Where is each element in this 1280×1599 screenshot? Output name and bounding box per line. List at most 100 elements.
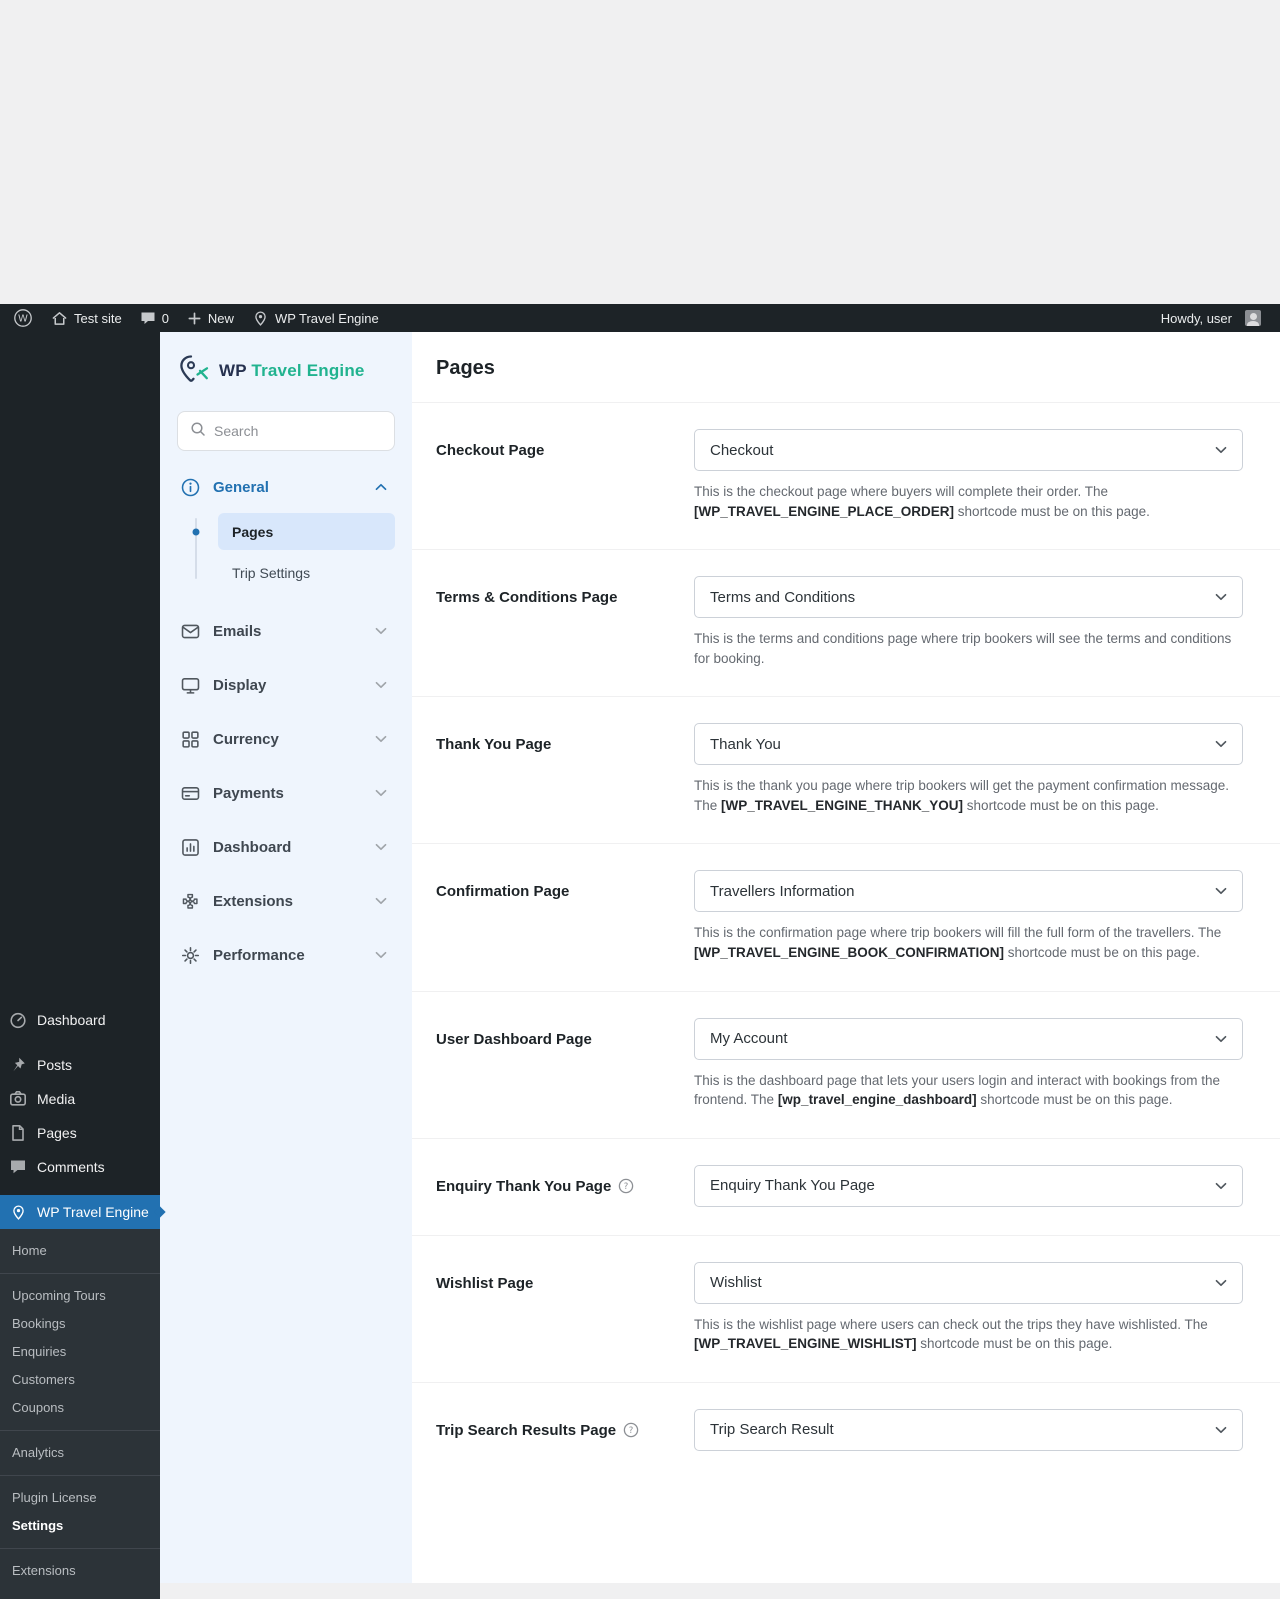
account-menu[interactable]: Howdy, user [1152, 304, 1270, 332]
chevron-down-icon [1215, 446, 1227, 454]
setting-label-col: Terms & Conditions Page [436, 576, 694, 668]
wp-submenu-item-customers[interactable]: Customers [0, 1366, 160, 1394]
wp-submenu-item-plugin-license[interactable]: Plugin License [0, 1484, 160, 1512]
setting-label-col: User Dashboard Page [436, 1018, 694, 1110]
plugin-menu-label: Display [213, 676, 267, 694]
setting-field-col: Terms and Conditions This is the terms an… [694, 576, 1243, 668]
wp-submenu-item-settings[interactable]: Settings [0, 1512, 160, 1540]
plugin-menu-performance[interactable]: Performance [177, 935, 395, 975]
wp-menu-item-dashboard[interactable]: Dashboard [0, 1003, 160, 1037]
shortcode: [WP_TRAVEL_ENGINE_WISHLIST] [694, 1336, 917, 1352]
setting-row-user-dashboard-page: User Dashboard Page My Account This is the… [412, 992, 1280, 1139]
chevron-down-icon [375, 843, 391, 851]
enquiry-thank-you-page-select[interactable]: Enquiry Thank You Page [694, 1164, 1243, 1207]
setting-field-col: Checkout This is the checkout page where … [694, 429, 1243, 521]
setting-field-col: Travellers Information This is the confir… [694, 870, 1243, 962]
wishlist-page-select[interactable]: Wishlist [694, 1261, 1243, 1304]
main-content: Pages Checkout Page Checkout This is the c… [412, 332, 1280, 1583]
plugin-menu-dashboard[interactable]: Dashboard [177, 827, 395, 867]
plugin-menu-label: General [213, 478, 269, 496]
wp-menu-item-posts[interactable]: Posts [0, 1048, 160, 1082]
wp-menu-item-comments[interactable]: Comments [0, 1150, 160, 1184]
setting-row-thank-you-page: Thank You Page Thank You This is the thank… [412, 697, 1280, 845]
wp-submenu-item-upcoming-tours[interactable]: Upcoming Tours [0, 1282, 160, 1310]
chevron-down-icon [1215, 593, 1227, 601]
wpte-logo-icon [177, 354, 211, 389]
setting-row-enquiry-thank-you-page: Enquiry Thank You Page? Enquiry Thank You… [412, 1139, 1280, 1236]
chevron-down-icon [1215, 740, 1227, 748]
gear-icon [179, 944, 201, 966]
wp-menu-item-pages[interactable]: Pages [0, 1116, 160, 1150]
plugin-submenu-pages[interactable]: Pages [218, 513, 395, 550]
avatar [1245, 310, 1261, 326]
pages-icon [8, 1123, 28, 1143]
plugin-menu-emails[interactable]: Emails [177, 611, 395, 651]
plugin-menu-general[interactable]: General [177, 467, 395, 507]
setting-label: Terms & Conditions Page [436, 589, 618, 607]
admin-layout: Dashboard Posts Media Pages Comments WP Trave… [0, 332, 1280, 1599]
wp-logo-icon: W [13, 308, 33, 328]
wp-submenu-item-bookings[interactable]: Bookings [0, 1310, 160, 1338]
page-top-background [0, 0, 1280, 304]
checkout-page-select[interactable]: Checkout [694, 429, 1243, 471]
toolbar-wp-travel-engine[interactable]: WP Travel Engine [243, 304, 388, 332]
setting-label: Wishlist Page [436, 1274, 534, 1292]
wp-menu-item-media[interactable]: Media [0, 1082, 160, 1116]
setting-label: Checkout Page [436, 442, 545, 459]
chevron-down-icon [375, 897, 391, 905]
terms-conditions-page-select[interactable]: Terms and Conditions [694, 576, 1243, 619]
plugin-menu-display[interactable]: Display [177, 665, 395, 705]
toolbar-new[interactable]: New [178, 304, 243, 332]
media-icon [8, 1089, 28, 1109]
plugin-submenu-trip-settings[interactable]: Trip Settings [218, 554, 395, 591]
toolbar-0[interactable]: 0 [131, 304, 178, 332]
setting-row-terms-conditions-page: Terms & Conditions Page Terms and Conditi… [412, 550, 1280, 698]
settings-search [177, 411, 395, 451]
plugin-menu-label: Payments [213, 784, 284, 802]
shortcode: [WP_TRAVEL_ENGINE_PLACE_ORDER] [694, 503, 955, 519]
setting-label-col: Trip Search Results Page? [436, 1409, 694, 1451]
setting-label-col: Confirmation Page [436, 870, 694, 962]
svg-text:?: ? [624, 1182, 629, 1192]
main-header: Pages [412, 332, 1280, 403]
select-value: Checkout [710, 441, 774, 459]
wp-submenu-item-enquiries[interactable]: Enquiries [0, 1338, 160, 1366]
brand-suffix: Travel Engine [251, 361, 365, 380]
wp-menu-item-wp-travel-engine[interactable]: WP Travel Engine [0, 1195, 166, 1229]
plugin-menu-currency[interactable]: Currency [177, 719, 395, 759]
user-dashboard-page-select[interactable]: My Account [694, 1017, 1243, 1060]
thank-you-page-select[interactable]: Thank You [694, 723, 1243, 766]
setting-row-confirmation-page: Confirmation Page Travellers Information T… [412, 844, 1280, 992]
toolbar-test-site[interactable]: Test site [42, 304, 131, 332]
plugin-menu-label: Emails [213, 622, 262, 640]
toolbar-wp-logo[interactable]: W [4, 304, 42, 332]
payments-icon [179, 782, 201, 804]
setting-label-col: Enquiry Thank You Page? [436, 1165, 694, 1207]
trip-search-results-page-select[interactable]: Trip Search Result [694, 1408, 1243, 1451]
select-value: Terms and Conditions [710, 588, 856, 606]
wp-submenu-item-extensions[interactable]: Extensions [0, 1557, 160, 1585]
submenu-separator [0, 1548, 160, 1549]
plugin-menu-extensions[interactable]: Extensions [177, 881, 395, 921]
confirmation-page-select[interactable]: Travellers Information [694, 870, 1243, 913]
setting-label-col: Wishlist Page [436, 1262, 694, 1354]
plugin-menu: General Pages Trip Settings Emails Display Cu… [177, 467, 395, 975]
wp-submenu-item-analytics[interactable]: Analytics [0, 1439, 160, 1467]
setting-label-col: Checkout Page [436, 429, 694, 521]
search-input[interactable] [214, 423, 382, 439]
setting-field-col: Wishlist This is the wishlist page where … [694, 1261, 1243, 1354]
chevron-down-icon [375, 735, 391, 743]
plugin-menu-payments[interactable]: Payments [177, 773, 395, 813]
plugin-logo: WP Travel Engine [177, 354, 395, 389]
setting-description: This is the checkout page where buyers w… [694, 484, 1150, 519]
setting-label: Enquiry Thank You Page [436, 1177, 612, 1195]
plugin-menu-label: Extensions [213, 892, 294, 910]
wp-submenu-item-coupons[interactable]: Coupons [0, 1394, 160, 1422]
wp-admin-sidebar: Dashboard Posts Media Pages Comments WP Trave… [0, 332, 166, 1599]
wpte-pin-icon [8, 1202, 28, 1222]
submenu-separator [0, 1273, 160, 1274]
wp-submenu-item-home[interactable]: Home [0, 1237, 160, 1265]
chevron-down-icon [375, 681, 391, 689]
setting-label: Confirmation Page [436, 883, 570, 901]
setting-row-wishlist-page: Wishlist Page Wishlist This is the wishlis… [412, 1236, 1280, 1383]
